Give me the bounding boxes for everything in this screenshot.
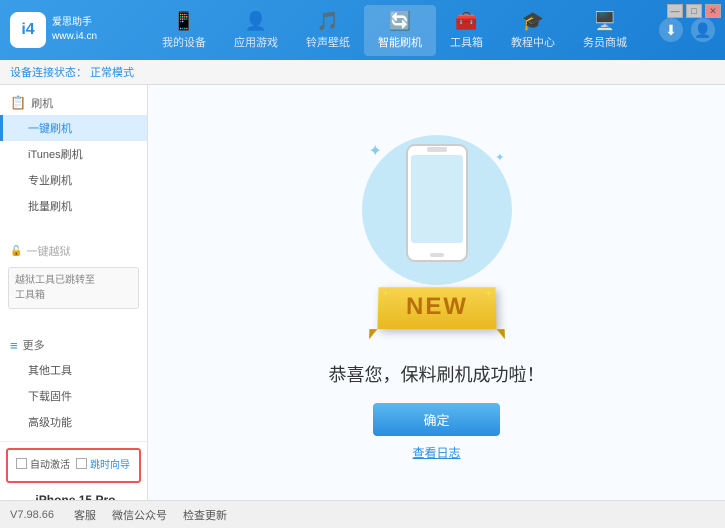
nav-tab-service[interactable]: 🖥️ 务员商城 (569, 5, 641, 56)
sidebar-header-more[interactable]: ≡ 更多 (0, 333, 147, 357)
footer-link-update[interactable]: 检查更新 (183, 507, 227, 523)
header-right: ⬇ 👤 (659, 18, 715, 42)
user-button[interactable]: 👤 (691, 18, 715, 42)
more-section-icon: ≡ (10, 338, 18, 353)
main-layout: 📋 刷机 一键刷机 iTunes刷机 专业刷机 批量刷机 🔓 一键越狱 越狱工具… (0, 85, 725, 500)
view-log-link[interactable]: 查看日志 (412, 444, 460, 461)
sidebar-item-advanced[interactable]: 高级功能 (0, 409, 147, 435)
sidebar-bottom: 自动激活 跳时向导 📱 iPhone 15 Pro Max 512GB iPho… (0, 441, 147, 500)
minimize-button[interactable]: — (667, 4, 683, 18)
sidebar-item-other-tools[interactable]: 其他工具 (0, 357, 147, 383)
auto-activate-box[interactable] (16, 458, 27, 469)
service-icon: 🖥️ (594, 11, 616, 32)
success-illustration: ✦ ✦ NEW ✦ ✦ (337, 125, 537, 345)
nav-tab-smart-flash[interactable]: 🔄 智能刷机 (364, 5, 436, 56)
nav-tabs: 📱 我的设备 👤 应用游戏 🎵 铃声壁纸 🔄 智能刷机 🧰 工具箱 🎓 教程中心… (130, 5, 659, 56)
download-button[interactable]: ⬇ (659, 18, 683, 42)
sidebar-item-one-key-flash[interactable]: 一键刷机 (0, 115, 147, 141)
success-text: 恭喜您，保料刷机成功啦！ (329, 361, 545, 387)
breadcrumb: 设备连接状态： 正常模式 (0, 60, 725, 85)
auto-activate-checkbox[interactable]: 自动激活 (16, 456, 70, 471)
sidebar-jailbreak-notice: 越狱工具已跳转至工具箱 (8, 267, 139, 309)
logo-text: 爱思助手 www.i4.cn (52, 16, 97, 44)
window-controls: — □ ✕ (667, 4, 721, 18)
app-games-icon: 👤 (245, 11, 267, 32)
logo-icon: i4 (10, 12, 46, 48)
time-guide-box[interactable] (76, 458, 87, 469)
device-details: iPhone 15 Pro Max 512GB iPhone (35, 491, 139, 500)
ringtone-icon: 🎵 (317, 11, 339, 32)
check-row: 自动激活 跳时向导 (16, 456, 131, 471)
sidebar-section-flash: 📋 刷机 一键刷机 iTunes刷机 专业刷机 批量刷机 (0, 85, 147, 225)
sidebar-section-jailbreak: 🔓 一键越狱 越狱工具已跳转至工具箱 (0, 233, 147, 319)
confirm-button[interactable]: 确定 (373, 403, 499, 436)
nav-tab-ringtone[interactable]: 🎵 铃声壁纸 (292, 5, 364, 56)
sparkle-right-icon: ✦ (495, 151, 504, 164)
toolbox-icon: 🧰 (455, 11, 477, 32)
content-area: ✦ ✦ NEW ✦ ✦ (148, 85, 725, 500)
smart-flash-icon: 🔄 (389, 11, 411, 32)
nav-tab-toolbox[interactable]: 🧰 工具箱 (436, 5, 497, 56)
footer-link-service[interactable]: 客服 (74, 507, 96, 523)
new-badge-area: NEW ✦ ✦ (378, 287, 496, 329)
sidebar-disabled-jailbreak: 🔓 一键越狱 (0, 239, 147, 263)
header: i4 爱思助手 www.i4.cn 📱 我的设备 👤 应用游戏 🎵 铃声壁纸 🔄… (0, 0, 725, 60)
sidebar-section-more: ≡ 更多 其他工具 下载固件 高级功能 (0, 327, 147, 441)
my-device-icon: 📱 (173, 11, 195, 32)
footer-links: 客服 微信公众号 检查更新 (74, 507, 227, 523)
logo-area: i4 爱思助手 www.i4.cn (10, 12, 130, 48)
footer: V7.98.66 客服 微信公众号 检查更新 (0, 500, 725, 528)
footer-link-wechat[interactable]: 微信公众号 (112, 507, 167, 523)
sidebar-header-flash[interactable]: 📋 刷机 (0, 91, 147, 115)
footer-version: V7.98.66 (10, 509, 54, 521)
new-badge-text: NEW (405, 293, 467, 320)
sidebar-item-batch-flash[interactable]: 批量刷机 (0, 193, 147, 219)
device-info: 📱 iPhone 15 Pro Max 512GB iPhone (0, 487, 147, 500)
lock-icon: 🔓 (10, 246, 22, 257)
flash-section-icon: 📋 (10, 95, 26, 111)
nav-tab-tutorial[interactable]: 🎓 教程中心 (497, 5, 569, 56)
close-button[interactable]: ✕ (705, 4, 721, 18)
tutorial-icon: 🎓 (522, 11, 544, 32)
sparkle-left-icon: ✦ (369, 141, 382, 161)
device-check-area: 自动激活 跳时向导 (6, 448, 141, 483)
phone-svg (402, 143, 472, 263)
sidebar-item-pro-flash[interactable]: 专业刷机 (0, 167, 147, 193)
sidebar-item-download-firmware[interactable]: 下载固件 (0, 383, 147, 409)
maximize-button[interactable]: □ (686, 4, 702, 18)
nav-tab-app-games[interactable]: 👤 应用游戏 (220, 5, 292, 56)
nav-tab-my-device[interactable]: 📱 我的设备 (148, 5, 220, 56)
time-guide-checkbox[interactable]: 跳时向导 (76, 456, 130, 471)
sidebar: 📋 刷机 一键刷机 iTunes刷机 专业刷机 批量刷机 🔓 一键越狱 越狱工具… (0, 85, 148, 500)
sidebar-item-itunes-flash[interactable]: iTunes刷机 (0, 141, 147, 167)
